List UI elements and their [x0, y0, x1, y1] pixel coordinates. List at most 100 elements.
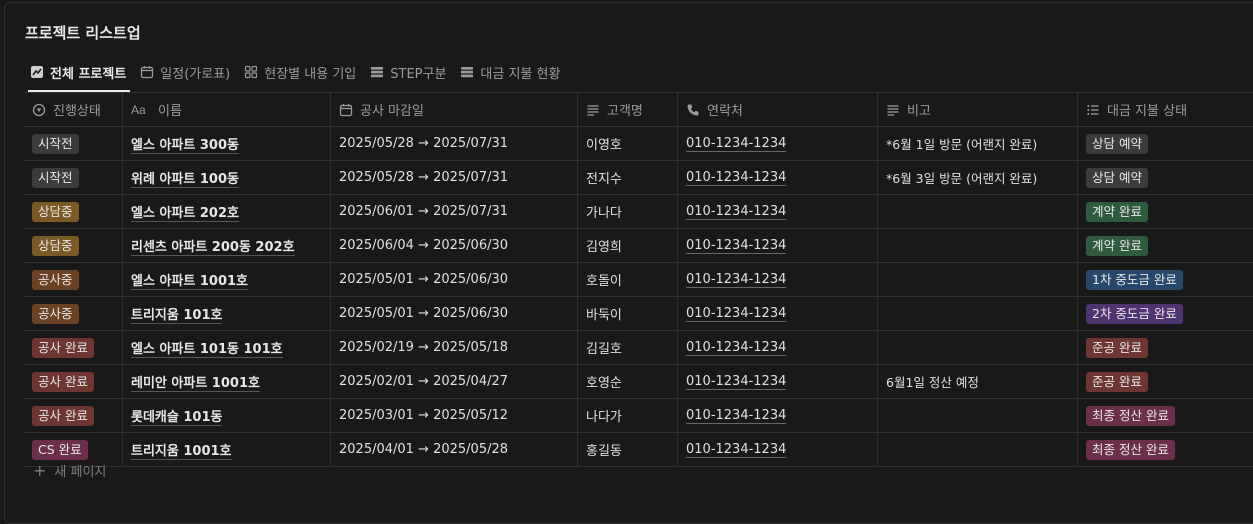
- database-title[interactable]: 프로젝트 리스트업: [25, 22, 141, 43]
- customer-cell[interactable]: 김영희: [578, 229, 678, 262]
- status-cell[interactable]: 상담중: [24, 195, 123, 228]
- column-header-2[interactable]: 공사 마감일: [331, 93, 578, 126]
- name-cell[interactable]: 리센츠 아파트 200동 202호: [123, 229, 331, 262]
- date-cell[interactable]: 2025/05/28 → 2025/07/31: [331, 161, 578, 194]
- payment-cell[interactable]: 최종 정산 완료: [1078, 433, 1253, 466]
- payment-cell[interactable]: 2차 중도금 완료: [1078, 297, 1253, 330]
- table-row[interactable]: 시작전 엘스 아파트 300동 2025/05/28 → 2025/07/31 이영호…: [24, 127, 1253, 161]
- status-cell[interactable]: 상담중: [24, 229, 123, 262]
- table-row[interactable]: 공사 완료 엘스 아파트 101동 101호 2025/02/19 → 2025/0…: [24, 331, 1253, 365]
- name-cell[interactable]: 롯데캐슬 101동: [123, 399, 331, 432]
- phone-cell[interactable]: 010-1234-1234: [678, 161, 878, 194]
- table-row[interactable]: 상담중 엘스 아파트 202호 2025/06/01 → 2025/07/31 가나다…: [24, 195, 1253, 229]
- phone-cell[interactable]: 010-1234-1234: [678, 433, 878, 466]
- phone-cell[interactable]: 010-1234-1234: [678, 195, 878, 228]
- project-name[interactable]: 엘스 아파트 101동 101호: [131, 338, 283, 358]
- project-name[interactable]: 트리지움 1001호: [131, 440, 232, 460]
- table-row[interactable]: CS 완료 트리지움 1001호 2025/04/01 → 2025/05/28 홍길…: [24, 433, 1253, 467]
- date-cell[interactable]: 2025/05/01 → 2025/06/30: [331, 297, 578, 330]
- project-name[interactable]: 리센츠 아파트 200동 202호: [131, 236, 295, 256]
- payment-cell[interactable]: 준공 완료: [1078, 365, 1253, 398]
- customer-cell[interactable]: 나다가: [578, 399, 678, 432]
- phone-link[interactable]: 010-1234-1234: [686, 170, 787, 186]
- note-cell[interactable]: [878, 195, 1078, 228]
- date-cell[interactable]: 2025/02/19 → 2025/05/18: [331, 331, 578, 364]
- payment-cell[interactable]: 1차 중도금 완료: [1078, 263, 1253, 296]
- payment-cell[interactable]: 상담 예약: [1078, 161, 1253, 194]
- view-tab-3[interactable]: STEP구분: [364, 58, 454, 86]
- project-name[interactable]: 트리지움 101호: [131, 304, 223, 324]
- column-header-0[interactable]: 진행상태: [24, 93, 123, 126]
- note-cell[interactable]: [878, 263, 1078, 296]
- phone-cell[interactable]: 010-1234-1234: [678, 229, 878, 262]
- view-tab-2[interactable]: 현장별 내용 기입: [238, 58, 364, 86]
- table-row[interactable]: 공사 완료 롯데캐슬 101동 2025/03/01 → 2025/05/12 나다가…: [24, 399, 1253, 433]
- customer-cell[interactable]: 김길호: [578, 331, 678, 364]
- date-cell[interactable]: 2025/06/01 → 2025/07/31: [331, 195, 578, 228]
- phone-link[interactable]: 010-1234-1234: [686, 204, 787, 220]
- column-header-4[interactable]: 연락처: [678, 93, 878, 126]
- column-header-5[interactable]: 비고: [878, 93, 1078, 126]
- note-cell[interactable]: 6월1일 정산 예정: [878, 365, 1078, 398]
- payment-cell[interactable]: 계약 완료: [1078, 195, 1253, 228]
- date-cell[interactable]: 2025/05/28 → 2025/07/31: [331, 127, 578, 160]
- status-cell[interactable]: 공사 완료: [24, 399, 123, 432]
- phone-link[interactable]: 010-1234-1234: [686, 238, 787, 254]
- view-tab-4[interactable]: 대금 지불 현황: [454, 58, 568, 86]
- phone-cell[interactable]: 010-1234-1234: [678, 331, 878, 364]
- name-cell[interactable]: 엘스 아파트 101동 101호: [123, 331, 331, 364]
- customer-cell[interactable]: 이영호: [578, 127, 678, 160]
- phone-link[interactable]: 010-1234-1234: [686, 340, 787, 356]
- name-cell[interactable]: 트리지움 1001호: [123, 433, 331, 466]
- name-cell[interactable]: 위례 아파트 100동: [123, 161, 331, 194]
- date-cell[interactable]: 2025/04/01 → 2025/05/28: [331, 433, 578, 466]
- table-row[interactable]: 공사중 트리지움 101호 2025/05/01 → 2025/06/30 바둑이 01…: [24, 297, 1253, 331]
- project-name[interactable]: 롯데캐슬 101동: [131, 406, 223, 426]
- project-name[interactable]: 엘스 아파트 300동: [131, 134, 239, 154]
- name-cell[interactable]: 엘스 아파트 1001호: [123, 263, 331, 296]
- phone-link[interactable]: 010-1234-1234: [686, 272, 787, 288]
- project-name[interactable]: 엘스 아파트 202호: [131, 202, 239, 222]
- payment-cell[interactable]: 상담 예약: [1078, 127, 1253, 160]
- status-cell[interactable]: 공사 완료: [24, 365, 123, 398]
- project-name[interactable]: 위례 아파트 100동: [131, 168, 239, 188]
- note-cell[interactable]: [878, 297, 1078, 330]
- note-cell[interactable]: *6월 3일 방문 (어랜지 완료): [878, 161, 1078, 194]
- payment-cell[interactable]: 계약 완료: [1078, 229, 1253, 262]
- date-cell[interactable]: 2025/02/01 → 2025/04/27: [331, 365, 578, 398]
- status-cell[interactable]: 시작전: [24, 161, 123, 194]
- note-cell[interactable]: [878, 433, 1078, 466]
- status-cell[interactable]: 공사 완료: [24, 331, 123, 364]
- phone-link[interactable]: 010-1234-1234: [686, 136, 787, 152]
- phone-cell[interactable]: 010-1234-1234: [678, 399, 878, 432]
- status-cell[interactable]: 공사중: [24, 297, 123, 330]
- status-cell[interactable]: 시작전: [24, 127, 123, 160]
- customer-cell[interactable]: 호돌이: [578, 263, 678, 296]
- status-cell[interactable]: 공사중: [24, 263, 123, 296]
- project-name[interactable]: 엘스 아파트 1001호: [131, 270, 248, 290]
- column-header-6[interactable]: 대금 지불 상태: [1078, 93, 1253, 126]
- column-header-1[interactable]: Aa 이름: [123, 93, 331, 126]
- phone-cell[interactable]: 010-1234-1234: [678, 127, 878, 160]
- name-cell[interactable]: 엘스 아파트 202호: [123, 195, 331, 228]
- project-name[interactable]: 레미안 아파트 1001호: [131, 372, 260, 392]
- date-cell[interactable]: 2025/03/01 → 2025/05/12: [331, 399, 578, 432]
- payment-cell[interactable]: 최종 정산 완료: [1078, 399, 1253, 432]
- phone-cell[interactable]: 010-1234-1234: [678, 263, 878, 296]
- note-cell[interactable]: *6월 1일 방문 (어랜지 완료): [878, 127, 1078, 160]
- new-page-button[interactable]: + 새 페이지: [33, 461, 106, 480]
- phone-cell[interactable]: 010-1234-1234: [678, 365, 878, 398]
- table-row[interactable]: 공사중 엘스 아파트 1001호 2025/05/01 → 2025/06/30 호돌…: [24, 263, 1253, 297]
- customer-cell[interactable]: 바둑이: [578, 297, 678, 330]
- table-row[interactable]: 상담중 리센츠 아파트 200동 202호 2025/06/04 → 2025/06…: [24, 229, 1253, 263]
- date-cell[interactable]: 2025/05/01 → 2025/06/30: [331, 263, 578, 296]
- phone-cell[interactable]: 010-1234-1234: [678, 297, 878, 330]
- phone-link[interactable]: 010-1234-1234: [686, 374, 787, 390]
- date-cell[interactable]: 2025/06/04 → 2025/06/30: [331, 229, 578, 262]
- note-cell[interactable]: [878, 331, 1078, 364]
- name-cell[interactable]: 레미안 아파트 1001호: [123, 365, 331, 398]
- note-cell[interactable]: [878, 399, 1078, 432]
- customer-cell[interactable]: 홍길동: [578, 433, 678, 466]
- name-cell[interactable]: 엘스 아파트 300동: [123, 127, 331, 160]
- customer-cell[interactable]: 호영순: [578, 365, 678, 398]
